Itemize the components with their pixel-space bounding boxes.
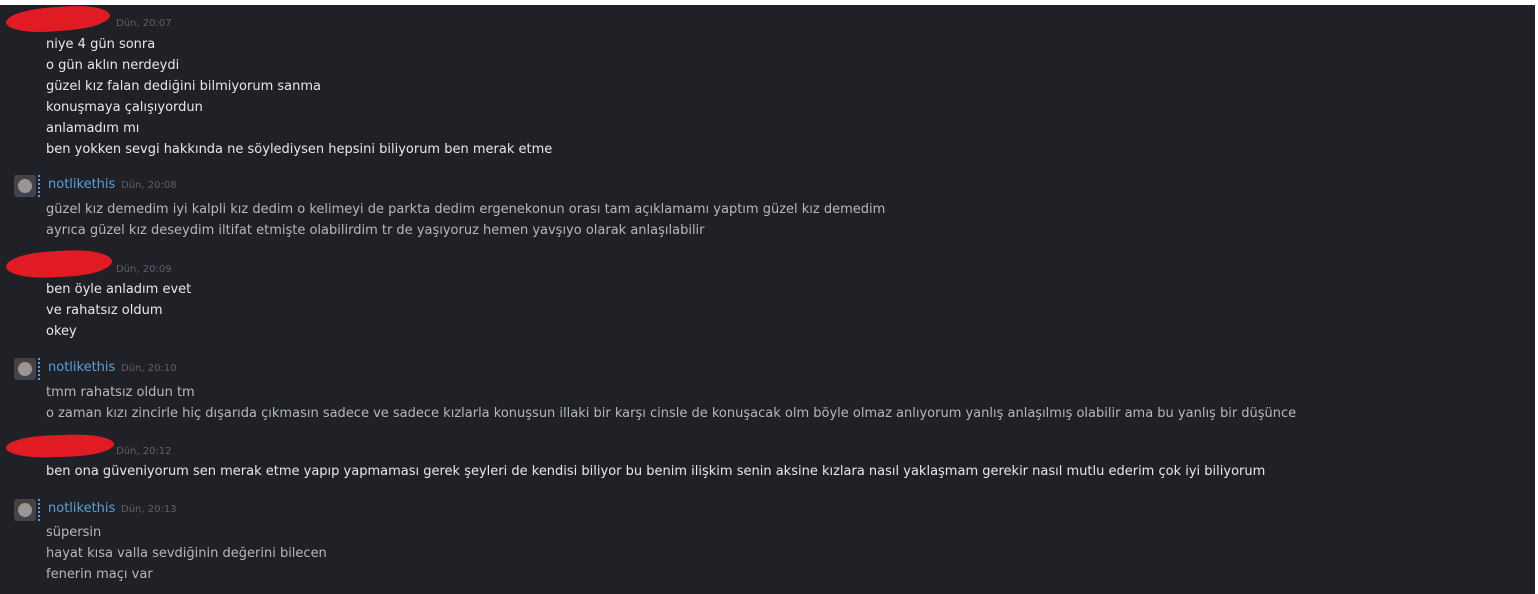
message-timestamp: Dün, 20:09	[116, 264, 172, 275]
message-lines: ben öyle anladım evet ve rahatsız oldum …	[46, 279, 191, 342]
message-line: o zaman kızı zincirle hiç dışarıda çıkma…	[46, 406, 1297, 421]
redacted-name-scribble	[5, 248, 113, 280]
message-line: süpersin	[46, 525, 102, 540]
message-timestamp: Dün, 20:08	[121, 180, 177, 191]
message-group: Dün, 20:12 ben ona güveniyorum sen merak…	[0, 433, 1535, 491]
message-lines: güzel kız demedim iyi kalpli kız dedim o…	[46, 199, 885, 241]
username[interactable]: notlikethis	[48, 360, 115, 375]
username[interactable]: notlikethis	[48, 501, 115, 516]
message-line: ayrıca güzel kız deseydim iltifat etmişt…	[46, 223, 705, 238]
user-avatar[interactable]	[14, 499, 36, 521]
message-line: o gün aklın nerdeydi	[46, 58, 180, 73]
online-status-indicator	[38, 175, 40, 197]
online-status-indicator	[38, 358, 40, 380]
message-line: niye 4 gün sonra	[46, 37, 156, 52]
message-header: Dün, 20:09	[0, 248, 600, 280]
message-line: ve rahatsız oldum	[46, 303, 163, 318]
username[interactable]: notlikethis	[48, 177, 115, 192]
online-status-indicator	[38, 499, 40, 521]
message-timestamp: Dün, 20:10	[121, 363, 177, 374]
avatar-face	[18, 362, 32, 376]
message-line: hayat kısa valla sevdiğinin değerini bil…	[46, 546, 327, 561]
message-group: notlikethis Dün, 20:13 süpersin hayat kı…	[0, 499, 1535, 591]
message-line: ben ona güveniyorum sen merak etme yapıp…	[46, 464, 1266, 479]
message-header: notlikethis Dün, 20:10	[0, 358, 600, 380]
message-group: Dün, 20:07 niye 4 gün sonra o gün aklın …	[0, 5, 1535, 163]
avatar-face	[18, 503, 32, 517]
message-line: güzel kız falan dediğini bilmiyorum sanm…	[46, 79, 321, 94]
message-line: tmm rahatsız oldun tm	[46, 385, 195, 400]
message-header: notlikethis Dün, 20:13	[0, 499, 600, 521]
redacted-name-scribble	[5, 433, 115, 459]
message-group: notlikethis Dün, 20:08 güzel kız demedim…	[0, 175, 1535, 245]
message-lines: tmm rahatsız oldun tm o zaman kızı zinci…	[46, 382, 1296, 424]
message-lines: ben ona güveniyorum sen merak etme yapıp…	[46, 461, 1265, 482]
message-header: Dün, 20:12	[0, 433, 600, 461]
message-header: Dün, 20:07	[0, 5, 600, 35]
message-line: konuşmaya çalışıyordun	[46, 100, 203, 115]
message-lines: süpersin hayat kısa valla sevdiğinin değ…	[46, 522, 327, 585]
message-group: Dün, 20:09 ben öyle anladım evet ve raha…	[0, 248, 1535, 349]
message-line: ben öyle anladım evet	[46, 282, 192, 297]
redacted-name-scribble	[5, 5, 111, 35]
message-line: anlamadım mı	[46, 121, 140, 136]
chat-log[interactable]: Dün, 20:07 niye 4 gün sonra o gün aklın …	[0, 5, 1535, 594]
message-lines: niye 4 gün sonra o gün aklın nerdeydi gü…	[46, 34, 552, 160]
message-timestamp: Dün, 20:07	[116, 18, 172, 29]
message-timestamp: Dün, 20:12	[116, 446, 172, 457]
message-line: fenerin maçı var	[46, 567, 153, 582]
avatar-face	[18, 179, 32, 193]
message-line: ben yokken sevgi hakkında ne söylediysen…	[46, 142, 553, 157]
message-line: okey	[46, 324, 77, 339]
user-avatar[interactable]	[14, 175, 36, 197]
message-group: notlikethis Dün, 20:10 tmm rahatsız oldu…	[0, 358, 1535, 428]
user-avatar[interactable]	[14, 358, 36, 380]
message-timestamp: Dün, 20:13	[121, 504, 177, 515]
message-line: güzel kız demedim iyi kalpli kız dedim o…	[46, 202, 886, 217]
message-header: notlikethis Dün, 20:08	[0, 175, 600, 197]
